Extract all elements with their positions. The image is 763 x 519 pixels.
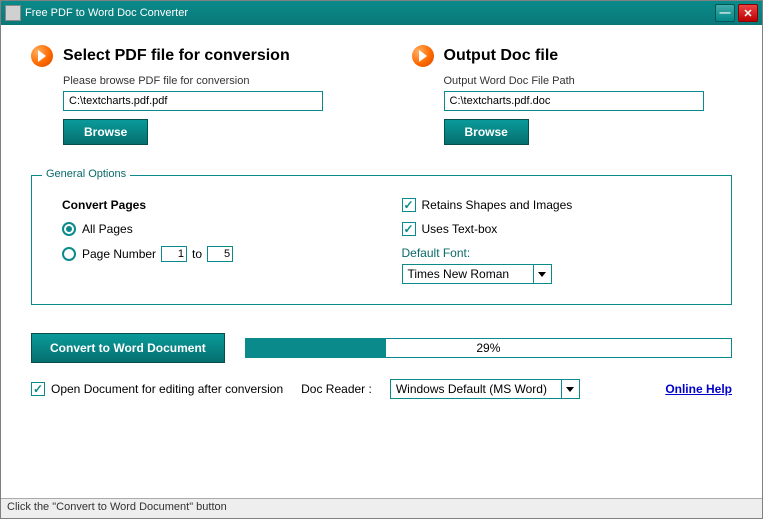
input-browse-button[interactable]: Browse <box>63 119 148 145</box>
chevron-down-icon <box>561 380 579 398</box>
progress-bar: 29% <box>245 338 732 358</box>
to-label: to <box>192 247 202 261</box>
window-title: Free PDF to Word Doc Converter <box>25 7 188 19</box>
input-heading: Select PDF file for conversion <box>63 47 290 65</box>
open-after-label: Open Document for editing after conversi… <box>51 382 283 396</box>
arrow-bullet-icon <box>412 45 434 67</box>
app-icon <box>5 5 21 21</box>
output-section: Output Doc file Output Word Doc File Pat… <box>412 45 733 145</box>
input-sublabel: Please browse PDF file for conversion <box>63 75 352 87</box>
page-to-input[interactable] <box>207 246 233 262</box>
all-pages-label: All Pages <box>82 222 133 236</box>
default-font-select[interactable]: Times New Roman <box>402 264 552 284</box>
retain-shapes-checkbox[interactable]: ✓ <box>402 198 416 212</box>
convert-button[interactable]: Convert to Word Document <box>31 333 225 363</box>
general-options-legend: General Options <box>42 168 130 180</box>
status-bar: Click the "Convert to Word Document" but… <box>1 498 762 518</box>
general-options-group: General Options Convert Pages All Pages … <box>31 175 732 305</box>
uses-textbox-label: Uses Text-box <box>422 222 498 236</box>
doc-reader-value: Windows Default (MS Word) <box>391 380 561 398</box>
output-sublabel: Output Word Doc File Path <box>444 75 733 87</box>
open-after-checkbox[interactable]: ✓ <box>31 382 45 396</box>
default-font-label: Default Font: <box>402 246 702 260</box>
minimize-button[interactable]: — <box>715 4 735 22</box>
page-number-radio[interactable] <box>62 247 76 261</box>
all-pages-radio[interactable] <box>62 222 76 236</box>
content-area: Select PDF file for conversion Please br… <box>1 25 762 498</box>
arrow-bullet-icon <box>31 45 53 67</box>
close-button[interactable]: ✕ <box>738 4 758 22</box>
output-browse-button[interactable]: Browse <box>444 119 529 145</box>
chevron-down-icon <box>533 265 551 283</box>
retain-shapes-label: Retains Shapes and Images <box>422 198 573 212</box>
doc-reader-label: Doc Reader : <box>301 382 372 396</box>
page-from-input[interactable] <box>161 246 187 262</box>
output-path-field[interactable] <box>444 91 704 111</box>
status-text: Click the "Convert to Word Document" but… <box>7 501 227 513</box>
titlebar: Free PDF to Word Doc Converter — ✕ <box>1 1 762 25</box>
input-section: Select PDF file for conversion Please br… <box>31 45 352 145</box>
default-font-value: Times New Roman <box>403 265 533 283</box>
input-path-field[interactable] <box>63 91 323 111</box>
app-window: Free PDF to Word Doc Converter — ✕ Selec… <box>0 0 763 519</box>
progress-text: 29% <box>246 339 731 357</box>
convert-pages-title: Convert Pages <box>62 198 362 212</box>
output-heading: Output Doc file <box>444 47 559 65</box>
doc-reader-select[interactable]: Windows Default (MS Word) <box>390 379 580 399</box>
page-number-label: Page Number <box>82 247 156 261</box>
uses-textbox-checkbox[interactable]: ✓ <box>402 222 416 236</box>
online-help-link[interactable]: Online Help <box>665 382 732 396</box>
